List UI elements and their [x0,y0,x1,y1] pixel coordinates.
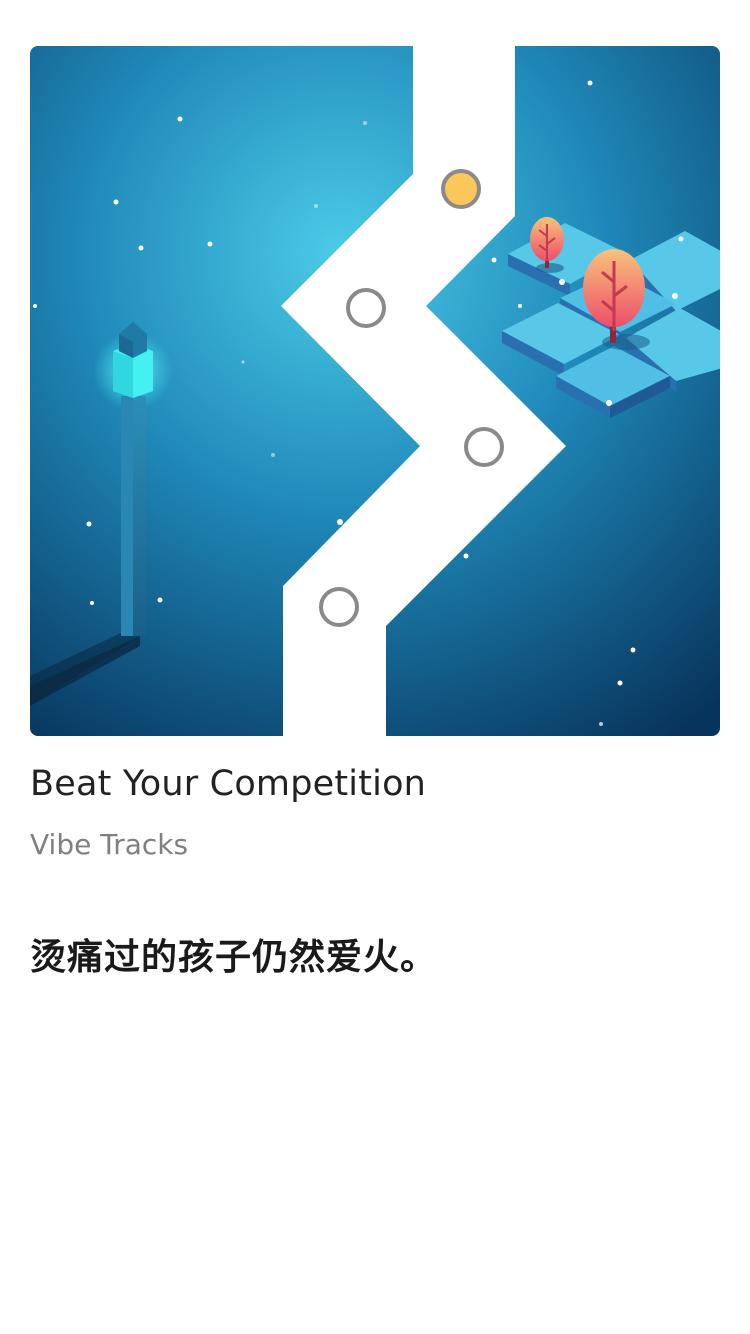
article-title: Beat Your Competition [30,764,427,804]
artwork-scene [30,46,720,736]
article-author[interactable]: Vibe Tracks [30,828,188,861]
cover-artwork[interactable] [30,46,720,736]
article-quote: 烫痛过的孩子仍然爱火。 [30,937,438,978]
page: Beat Your Competition Vibe Tracks 烫痛过的孩子… [0,0,750,1334]
gold-ball-icon [441,169,481,209]
